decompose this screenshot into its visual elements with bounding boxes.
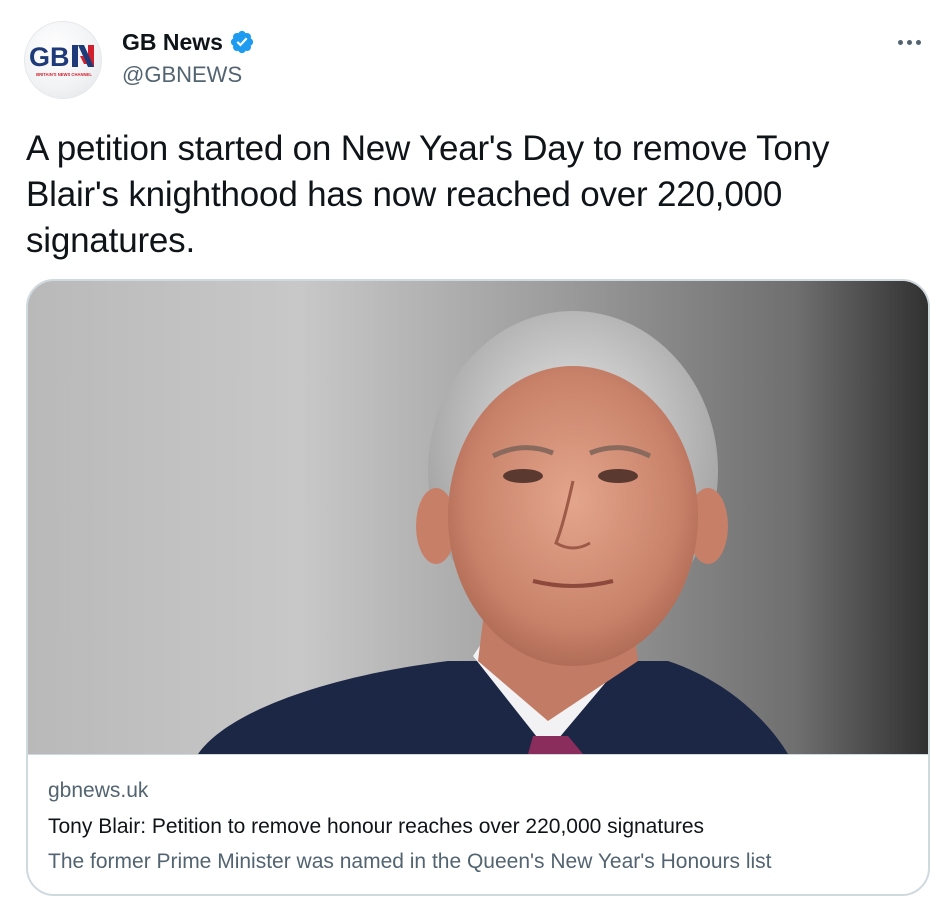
verified-badge-icon	[229, 29, 255, 55]
card-meta[interactable]: gbnews.uk Tony Blair: Petition to remove…	[28, 754, 928, 894]
link-card[interactable]: gbnews.uk Tony Blair: Petition to remove…	[26, 279, 930, 896]
more-dot	[915, 39, 921, 45]
portrait-photo	[28, 281, 928, 754]
more-horizontal-icon	[897, 39, 903, 45]
tweet: GB BRITAIN'S NEWS CHANNEL GB News @GBNEW…	[0, 0, 948, 912]
card-description: The former Prime Minister was named in t…	[48, 850, 772, 873]
avatar[interactable]: GB BRITAIN'S NEWS CHANNEL	[24, 21, 102, 99]
author-handle[interactable]: @GBNEWS	[122, 61, 242, 89]
card-title: Tony Blair: Petition to remove honour re…	[48, 815, 705, 838]
more-dot	[906, 39, 912, 45]
logo-tagline: BRITAIN'S NEWS CHANNEL	[36, 72, 92, 77]
author-display-name[interactable]: GB News	[122, 28, 223, 56]
gbn-logo-icon: GB BRITAIN'S NEWS CHANNEL	[29, 42, 94, 77]
more-options-button[interactable]	[892, 32, 926, 52]
card-domain: gbnews.uk	[48, 779, 149, 802]
card-image[interactable]	[28, 281, 928, 754]
author-name-row[interactable]: GB News	[122, 28, 255, 56]
svg-text:GB: GB	[29, 42, 70, 72]
tweet-text: A petition started on New Year's Day to …	[26, 129, 830, 260]
